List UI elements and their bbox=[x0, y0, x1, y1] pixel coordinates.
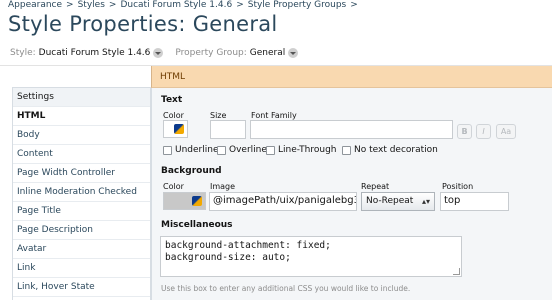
sidebar-item-link[interactable]: Link bbox=[13, 259, 150, 278]
background-repeat-label: Repeat bbox=[361, 182, 390, 191]
property-group-dropdown-icon[interactable] bbox=[288, 48, 299, 58]
css-line: background-size: auto; bbox=[165, 252, 291, 263]
underline-checkbox[interactable]: Underline bbox=[163, 145, 218, 155]
property-panel: Text Color Size Font Family B I Aa Under… bbox=[151, 88, 552, 300]
property-group-label: Property Group: bbox=[175, 48, 247, 58]
property-sidebar: Settings HTML Body Content Page Width Co… bbox=[12, 87, 151, 300]
background-color-label: Color bbox=[163, 182, 184, 191]
sidebar-item-page-width-controller[interactable]: Page Width Controller bbox=[13, 164, 150, 183]
text-color-label: Color bbox=[163, 111, 184, 120]
overline-checkbox[interactable]: Overline bbox=[217, 145, 267, 155]
sidebar-item-content[interactable]: Content bbox=[13, 145, 150, 164]
breadcrumb-separator: > bbox=[236, 0, 244, 10]
no-text-decoration-checkbox[interactable]: No text decoration bbox=[342, 145, 438, 155]
background-image-input[interactable]: @imagePath/uix/panigalebg3.j bbox=[209, 192, 357, 211]
text-size-input[interactable] bbox=[210, 120, 246, 139]
resize-handle-icon[interactable] bbox=[453, 268, 460, 275]
style-selector[interactable]: Ducati Forum Style 1.4.6 bbox=[39, 48, 151, 58]
checkbox-box[interactable] bbox=[266, 145, 275, 155]
text-color-picker[interactable] bbox=[163, 120, 188, 138]
sidebar-item-page-title[interactable]: Page Title bbox=[13, 202, 150, 221]
style-dropdown-icon[interactable] bbox=[153, 48, 164, 58]
breadcrumb-style-name[interactable]: Ducati Forum Style 1.4.6 bbox=[120, 0, 232, 10]
misc-section-title: Miscellaneous bbox=[161, 220, 233, 230]
select-arrows-icon: ▴▾ bbox=[421, 197, 430, 206]
breadcrumb-separator: > bbox=[350, 0, 358, 10]
breadcrumb: Appearance > Styles > Ducati Forum Style 1.4… bbox=[8, 0, 362, 10]
sidebar-item-avatar[interactable]: Avatar bbox=[13, 240, 150, 259]
background-section-title: Background bbox=[161, 166, 222, 176]
palette-icon bbox=[174, 124, 184, 134]
panel-header: HTML bbox=[151, 66, 552, 88]
breadcrumb-separator: > bbox=[66, 0, 74, 10]
breadcrumb-separator: > bbox=[108, 0, 117, 10]
property-group-selector[interactable]: General bbox=[250, 48, 285, 58]
background-position-input[interactable]: top bbox=[440, 192, 509, 211]
checkbox-box[interactable] bbox=[217, 145, 226, 155]
sidebar-item-page-description[interactable]: Page Description bbox=[13, 221, 150, 240]
font-family-input[interactable] bbox=[250, 120, 453, 139]
breadcrumb-styles[interactable]: Styles bbox=[78, 0, 105, 10]
font-family-label: Font Family bbox=[251, 111, 297, 120]
sidebar-item-settings[interactable]: Settings bbox=[13, 88, 150, 107]
palette-icon bbox=[192, 196, 202, 206]
text-case-button[interactable]: Aa bbox=[496, 124, 516, 139]
page-title: Style Properties: General bbox=[8, 12, 278, 36]
misc-css-textarea[interactable]: background-attachment: fixed; background-… bbox=[160, 236, 462, 277]
checkbox-box[interactable] bbox=[342, 145, 351, 155]
misc-hint-text: Use this box to enter any additional CSS… bbox=[161, 284, 411, 293]
repeat-selected-value: No-Repeat bbox=[366, 196, 414, 206]
css-line: background-attachment: fixed; bbox=[165, 240, 331, 251]
sidebar-item-html[interactable]: HTML bbox=[13, 107, 150, 126]
background-position-label: Position bbox=[442, 182, 474, 191]
no-text-decoration-label: No text decoration bbox=[354, 145, 438, 155]
underline-label: Underline bbox=[175, 145, 219, 155]
selector-bar: Style: Ducati Forum Style 1.4.6 Property… bbox=[10, 48, 299, 58]
line-through-label: Line-Through bbox=[278, 145, 337, 155]
sidebar-item-inline-moderation-checked[interactable]: Inline Moderation Checked bbox=[13, 183, 150, 202]
background-image-label: Image bbox=[210, 182, 236, 191]
bold-button[interactable]: B bbox=[457, 124, 472, 139]
breadcrumb-appearance[interactable]: Appearance bbox=[8, 0, 62, 10]
sidebar-item-body[interactable]: Body bbox=[13, 126, 150, 145]
text-size-label: Size bbox=[210, 111, 227, 120]
style-label: Style: bbox=[10, 48, 36, 58]
breadcrumb-property-groups[interactable]: Style Property Groups bbox=[248, 0, 347, 10]
checkbox-box[interactable] bbox=[163, 145, 172, 155]
overline-label: Overline bbox=[229, 145, 267, 155]
line-through-checkbox[interactable]: Line-Through bbox=[266, 145, 337, 155]
italic-button[interactable]: I bbox=[476, 124, 491, 139]
background-color-picker[interactable] bbox=[163, 192, 206, 210]
text-section-title: Text bbox=[161, 95, 183, 105]
background-repeat-select[interactable]: No-Repeat ▴▾ bbox=[361, 192, 435, 211]
sidebar-item-link-hover-state[interactable]: Link, Hover State bbox=[13, 278, 150, 297]
